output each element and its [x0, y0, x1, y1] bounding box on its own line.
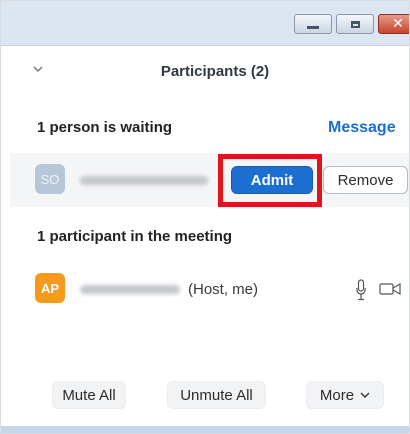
unmute-all-button[interactable]: Unmute All [167, 381, 266, 409]
host-avatar: AP [35, 273, 65, 303]
waiting-avatar: SO [35, 164, 65, 194]
host-role-label: (Host, me) [188, 281, 259, 298]
maximize-icon [350, 20, 360, 28]
more-button-label: More [319, 386, 355, 404]
waiting-participant-name-blurred [80, 176, 208, 185]
close-icon: ✕ [392, 16, 404, 32]
host-name-blurred [80, 285, 180, 294]
waiting-section-label: 1 person is waiting [37, 119, 173, 136]
remove-button[interactable]: Remove [323, 166, 408, 194]
chevron-down-icon [360, 392, 370, 398]
panel-title: Participants (2) [160, 63, 270, 80]
admit-button[interactable]: Admit [231, 166, 313, 194]
window-titlebar: ✕ [0, 0, 410, 46]
mute-all-button[interactable]: Mute All [52, 381, 126, 409]
close-button[interactable]: ✕ [378, 14, 410, 34]
message-link[interactable]: Message [328, 119, 396, 137]
meeting-section-label: 1 participant in the meeting [37, 228, 233, 245]
window-bottom-strip [0, 426, 410, 434]
chevron-down-icon[interactable] [33, 64, 43, 74]
minimize-icon [307, 25, 319, 29]
video-camera-icon[interactable] [379, 282, 401, 296]
minimize-button[interactable] [294, 14, 332, 34]
more-button[interactable]: More [306, 381, 384, 409]
microphone-icon[interactable] [356, 279, 366, 301]
maximize-button[interactable] [336, 14, 374, 34]
